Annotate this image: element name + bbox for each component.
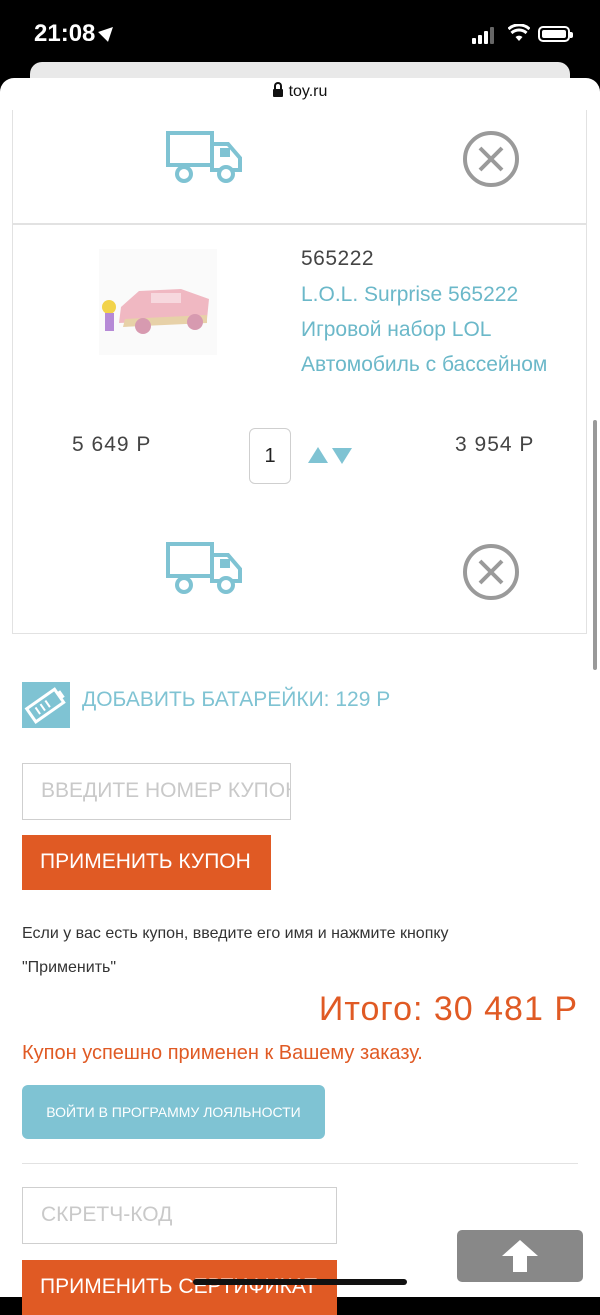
old-price: 5 649 Р — [72, 433, 152, 456]
battery-icon — [538, 26, 573, 42]
divider — [22, 1163, 578, 1164]
coupon-input[interactable]: ВВЕДИТЕ НОМЕР КУПОНА — [22, 763, 291, 820]
address-bar[interactable]: toy.ru — [0, 78, 600, 112]
coupon-success-message: Купон успешно применен к Вашему заказу. — [22, 1042, 423, 1064]
url-text: toy.ru — [288, 83, 328, 100]
coupon-hint-line-1: Если у вас есть купон, введите его имя и… — [22, 925, 449, 942]
product-image[interactable] — [99, 249, 217, 355]
arrow-up-icon — [502, 1240, 538, 1272]
truck-icon — [166, 542, 242, 594]
product-name-line-3[interactable]: Автомобиль с бассейном — [301, 353, 547, 377]
cart-item-previous — [12, 110, 587, 224]
product-name-line-1[interactable]: L.O.L. Surprise 565222 — [301, 283, 518, 307]
battery-pack-icon[interactable] — [22, 682, 70, 728]
scratch-code-input[interactable]: СКРЕТЧ-КОД — [22, 1187, 337, 1244]
scroll-to-top-button[interactable] — [457, 1230, 583, 1282]
truck-icon — [166, 131, 242, 183]
product-name-line-2[interactable]: Игровой набор LOL — [301, 318, 491, 342]
product-sku: 565222 — [301, 247, 375, 270]
coupon-hint-line-2: "Применить" — [22, 959, 117, 976]
quantity-increase-button[interactable] — [308, 447, 328, 463]
quantity-decrease-button[interactable] — [332, 448, 352, 464]
loyalty-program-button[interactable]: ВОЙТИ В ПРОГРАММУ ЛОЯЛЬНОСТИ — [22, 1085, 325, 1139]
home-indicator — [193, 1279, 407, 1285]
page-scrollbar[interactable] — [593, 420, 597, 670]
lock-icon — [272, 82, 283, 97]
order-total: Итого: 30 481 Р — [318, 990, 578, 1028]
add-batteries-link[interactable]: ДОБАВИТЬ БАТАРЕЙКИ: 129 Р — [82, 688, 390, 712]
wifi-icon — [508, 24, 530, 41]
location-arrow-icon — [98, 22, 119, 42]
remove-item-icon[interactable] — [462, 130, 520, 188]
cellular-signal-icon — [472, 26, 498, 44]
item-price: 3 954 Р — [455, 433, 535, 456]
apply-coupon-button[interactable]: ПРИМЕНИТЬ КУПОН — [22, 835, 271, 890]
apply-certificate-button[interactable]: ПРИМЕНИТЬ СЕРТИФИКАТ — [22, 1260, 337, 1315]
quantity-input[interactable]: 1 — [249, 428, 291, 484]
status-time: 21:08 — [34, 20, 119, 48]
cart-item: 565222 L.O.L. Surprise 565222 Игровой на… — [12, 224, 587, 634]
remove-item-icon[interactable] — [462, 543, 520, 601]
